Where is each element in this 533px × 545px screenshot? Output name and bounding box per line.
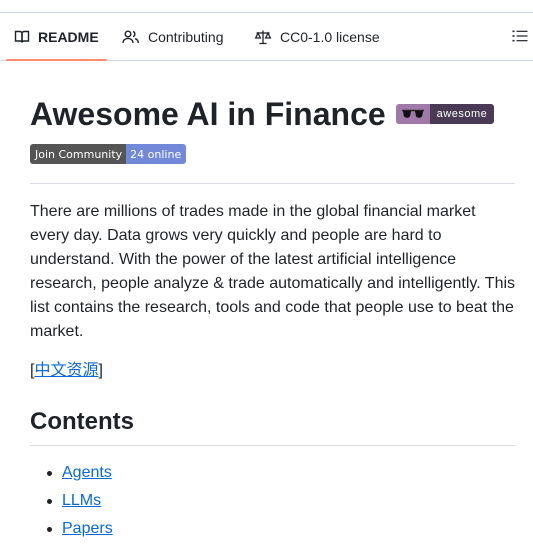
- tab-contributing-label: Contributing: [148, 28, 224, 45]
- tab-contributing[interactable]: Contributing: [122, 13, 224, 60]
- sunglasses-icon: [395, 104, 430, 124]
- contents-list: Agents LLMs Papers: [30, 461, 113, 545]
- contents-heading: Contents: [30, 408, 134, 435]
- book-icon: [14, 29, 30, 45]
- title-divider: [30, 183, 515, 184]
- intro-paragraph: There are millions of trades made in the…: [30, 203, 516, 340]
- list-item: Agents: [30, 461, 113, 485]
- people-icon: [122, 29, 140, 45]
- chinese-resources-row: [中文资源]: [30, 359, 103, 383]
- list-item: Papers: [30, 517, 113, 541]
- readme-tab-bar: README Contributing CC0-1.0 license: [0, 13, 533, 61]
- awesome-badge[interactable]: awesome: [395, 104, 495, 124]
- chinese-resources-link[interactable]: 中文资源: [34, 362, 98, 379]
- page-title: Awesome AI in Finance: [30, 96, 386, 132]
- community-badge-left: Join Community: [30, 144, 127, 164]
- tab-readme-label: README: [38, 28, 99, 45]
- law-scale-icon: [254, 29, 272, 45]
- contents-link-agents[interactable]: Agents: [62, 464, 112, 481]
- contents-divider: [30, 445, 515, 446]
- awesome-badge-label: awesome: [429, 104, 495, 124]
- tab-readme[interactable]: README: [14, 13, 99, 60]
- tab-license[interactable]: CC0-1.0 license: [254, 13, 380, 60]
- contents-link-papers[interactable]: Papers: [62, 520, 113, 537]
- list-item: LLMs: [30, 489, 113, 513]
- community-badge-right: 24 online: [126, 144, 187, 164]
- contents-link-llms[interactable]: LLMs: [62, 492, 101, 509]
- active-tab-indicator: [6, 59, 107, 61]
- tab-license-label: CC0-1.0 license: [280, 28, 380, 45]
- bracket-close: ]: [98, 362, 103, 379]
- list-unordered-icon[interactable]: [512, 28, 528, 49]
- title-row: Awesome AI in Finance awesome: [30, 95, 495, 133]
- join-community-badge[interactable]: Join Community 24 online: [30, 144, 187, 164]
